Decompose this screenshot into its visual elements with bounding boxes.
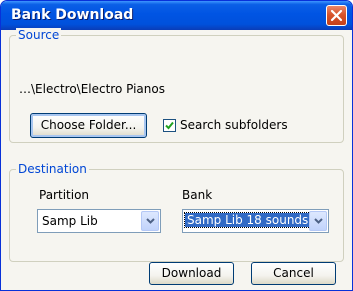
dialog-body: Source …\Electro\Electro Pianos Choose F… — [1, 28, 352, 290]
destination-legend: Destination — [16, 162, 89, 176]
checkmark-icon — [165, 121, 174, 130]
partition-select-value: Samp Lib — [42, 214, 98, 228]
source-path: …\Electro\Electro Pianos — [19, 82, 165, 96]
dialog-title: Bank Download — [11, 7, 134, 23]
close-button[interactable] — [326, 5, 347, 26]
bank-select[interactable]: Samp Lib 18 sounds — [182, 209, 329, 233]
download-label: Download — [161, 266, 222, 280]
chevron-down-icon — [314, 218, 323, 224]
bank-select-value: Samp Lib 18 sounds — [183, 212, 312, 228]
search-subfolders-label[interactable]: Search subfolders — [180, 118, 288, 132]
partition-dropdown-button[interactable] — [141, 211, 159, 231]
download-button[interactable]: Download — [149, 262, 234, 285]
choose-folder-button[interactable]: Choose Folder... — [30, 113, 147, 138]
partition-label: Partition — [39, 188, 90, 202]
chevron-down-icon — [146, 218, 155, 224]
bank-dropdown-button[interactable] — [309, 211, 327, 231]
bank-label: Bank — [182, 188, 213, 202]
title-bar[interactable]: Bank Download — [1, 1, 352, 30]
bank-download-dialog: Bank Download Source …\Electro\Electro P… — [0, 0, 353, 291]
cancel-button[interactable]: Cancel — [251, 262, 336, 285]
cancel-label: Cancel — [273, 266, 314, 280]
close-icon — [330, 9, 343, 22]
source-legend: Source — [16, 28, 62, 42]
partition-select[interactable]: Samp Lib — [37, 209, 161, 233]
choose-folder-label: Choose Folder... — [40, 118, 137, 132]
search-subfolders-checkbox[interactable] — [163, 119, 176, 132]
